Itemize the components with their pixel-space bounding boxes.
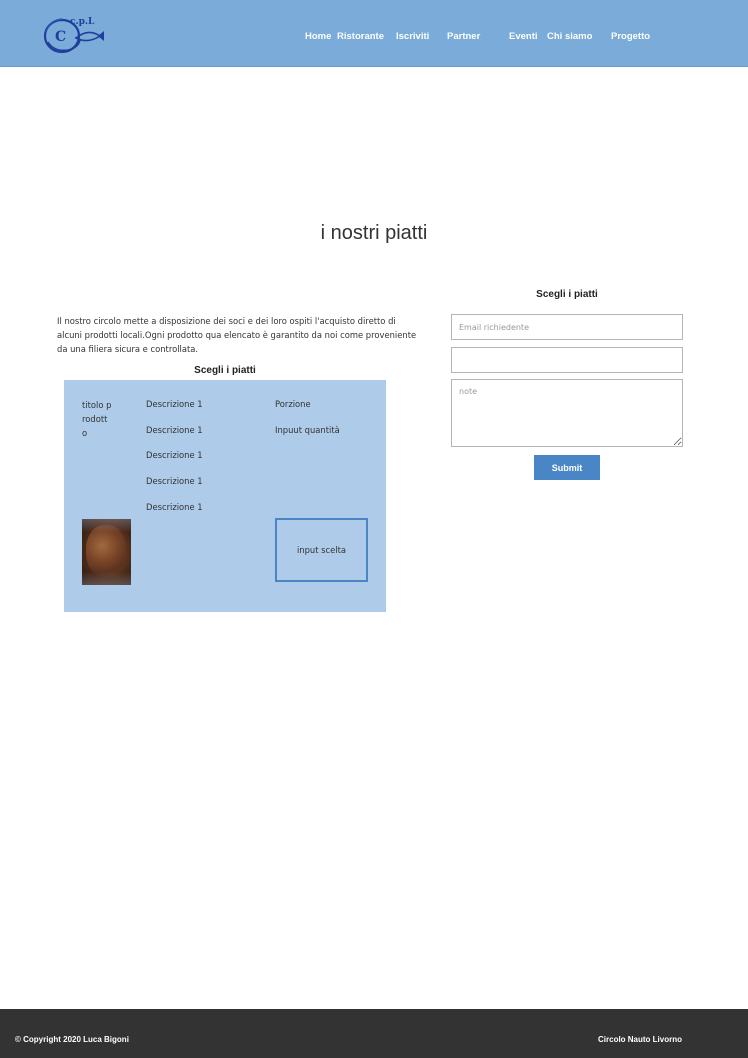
product-description: Descrizione 1 xyxy=(146,450,203,460)
nav-ristorante[interactable]: Ristorante xyxy=(337,31,384,42)
page-title: i nostri piatti xyxy=(320,222,428,244)
product-description: Descrizione 1 xyxy=(146,399,203,409)
portion-label: Porzione xyxy=(275,399,311,409)
nav-progetto[interactable]: Progetto xyxy=(611,31,650,42)
choice-input[interactable]: input scelta xyxy=(275,518,368,582)
site-footer: © Copyright 2020 Luca Bigoni Circolo Nau… xyxy=(0,1009,748,1058)
menu-heading: Scegli i piatti xyxy=(194,365,256,376)
nav-iscriviti[interactable]: Iscriviti xyxy=(396,31,429,42)
nav-partner[interactable]: Partner xyxy=(447,31,480,42)
fish-logo-icon: c.p.L C xyxy=(43,17,104,54)
svg-text:C: C xyxy=(55,29,66,45)
nav-home[interactable]: Home xyxy=(305,31,331,42)
product-card: titolo prodotto Descrizione 1 Descrizion… xyxy=(64,380,386,612)
submit-button[interactable]: Submit xyxy=(534,455,600,480)
nav-chi-siamo[interactable]: Chi siamo xyxy=(547,31,592,42)
product-description: Descrizione 1 xyxy=(146,502,203,512)
note-field[interactable] xyxy=(451,379,683,447)
product-description: Descrizione 1 xyxy=(146,476,203,486)
intro-text: Il nostro circolo mette a disposizione d… xyxy=(57,316,417,354)
nav-eventi[interactable]: Eventi xyxy=(509,31,538,42)
choice-input-label: input scelta xyxy=(296,545,347,555)
copyright-text: © Copyright 2020 Luca Bigoni xyxy=(15,1035,129,1044)
quantity-input[interactable]: Inpuut quantità xyxy=(275,425,340,435)
form-heading: Scegli i piatti xyxy=(536,289,598,300)
dish-photo xyxy=(82,519,131,585)
svg-text:c.p.L: c.p.L xyxy=(70,17,95,27)
second-field[interactable] xyxy=(451,347,683,373)
email-field[interactable] xyxy=(451,314,683,340)
site-header: c.p.L C Home Ristorante Iscriviti Partne… xyxy=(0,0,748,67)
organization-name: Circolo Nauto Livorno xyxy=(598,1035,682,1044)
product-title: titolo prodotto xyxy=(82,400,112,438)
product-description: Descrizione 1 xyxy=(146,425,203,435)
logo[interactable]: c.p.L C xyxy=(40,12,106,56)
